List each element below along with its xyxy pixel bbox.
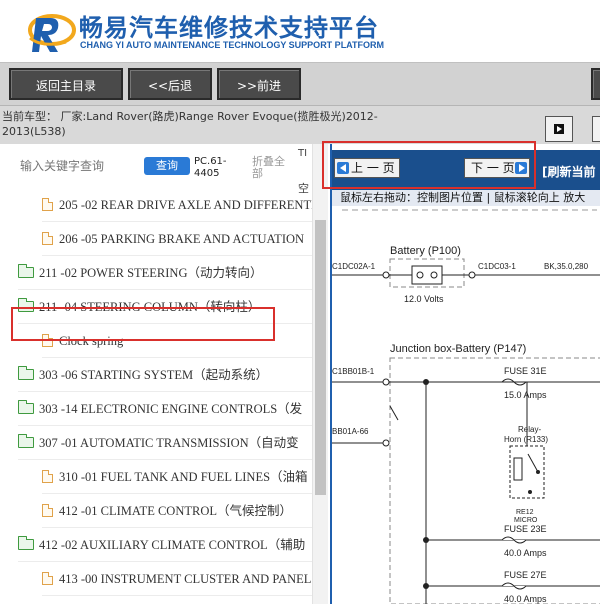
connector-c1dc03: C1DC03-1 (478, 262, 516, 271)
battery-label: Battery (P100) (390, 245, 461, 257)
mouse-hint-text: 鼠标左右拖动：控制图片位置 | 鼠标滚轮向上 放大 (332, 190, 600, 206)
fuse-23e-label: FUSE 23E (504, 524, 547, 534)
document-icon (42, 470, 53, 483)
tree-item-label: 211 -04 STEERING COLUMN（转向柱） (39, 300, 261, 314)
relay-label-2: Horn (R133) (504, 435, 548, 444)
relay-label-1: Relay- (518, 425, 541, 434)
back-button[interactable]: <<后退 (128, 68, 212, 100)
tree-file-item[interactable]: 412 -01 CLIMATE CONTROL（气候控制） (42, 494, 312, 528)
tree-item-label: 413 -00 INSTRUMENT CLUSTER AND PANEL (59, 572, 312, 586)
connector-bb01a: BB01A-66 (332, 427, 369, 436)
battery-volts: 12.0 Volts (404, 294, 444, 304)
tree-file-item[interactable]: 310 -01 FUEL TANK AND FUEL LINES（油箱 (42, 460, 312, 494)
prev-page-label: 上 一 页 (351, 161, 395, 175)
document-icon (42, 504, 53, 517)
panel-toggle-button[interactable] (545, 116, 573, 142)
panel-toggle-button-2[interactable] (592, 116, 600, 142)
tree-folder-item[interactable]: 303 -14 ELECTRONIC ENGINE CONTROLS（发 (18, 392, 312, 426)
catalog-tree: 205 -02 REAR DRIVE AXLE AND DIFFERENTIAL… (0, 188, 312, 604)
connector-c1dc02a: C1DC02A-1 (332, 262, 376, 271)
catalog-panel: 查询 PC.61-4405 折叠全部 TI 空 205 -02 REAR DRI… (0, 144, 328, 604)
fuse-23e-amps: 40.0 Amps (504, 548, 547, 558)
prev-page-button[interactable]: 上 一 页 (334, 158, 400, 178)
main-toolbar: 返回主目录 <<后退 >>前进 (0, 62, 600, 106)
relay-micro: MICRO (514, 517, 538, 524)
fuse-31e-label: FUSE 31E (504, 366, 547, 376)
folder-open-icon (18, 366, 34, 380)
refresh-current-link[interactable]: [刷新当前 (542, 163, 596, 180)
app-subtitle: CHANG YI AUTO MAINTENANCE TECHNOLOGY SUP… (80, 40, 385, 50)
tree-file-item[interactable]: 206 -05 PARKING BRAKE AND ACTUATION (42, 222, 312, 256)
column-text-ti: TI (298, 148, 308, 159)
next-page-button[interactable]: 下 一 页 (464, 158, 530, 178)
document-icon (42, 198, 53, 211)
tree-folder-item[interactable]: 412 -02 AUXILIARY CLIMATE CONTROL（辅助 (18, 528, 312, 562)
tree-item-label: 303 -06 STARTING SYSTEM（起动系统） (39, 368, 269, 382)
tree-item-label: Clock spring (59, 334, 124, 348)
arrow-right-icon (515, 162, 527, 174)
current-vehicle-text: 当前车型： 厂家:Land Rover(路虎)Range Rover Evoqu… (2, 110, 378, 138)
tree-folder-item[interactable]: 307 -01 AUTOMATIC TRANSMISSION（自动变 (18, 426, 312, 460)
app-title: 畅易汽车维修技术支持平台 (79, 14, 379, 42)
search-button[interactable]: 查询 (144, 157, 190, 175)
arrow-left-icon (337, 162, 349, 174)
tree-folder-item[interactable]: 211 -04 STEERING COLUMN（转向柱） (18, 290, 312, 324)
document-icon (42, 232, 53, 245)
tree-item-label: 310 -01 FUEL TANK AND FUEL LINES（油箱 (59, 470, 308, 484)
wiring-diagram[interactable]: Battery (P100) C1DC02A-1 C1DC03-1 BK,35.… (332, 206, 600, 604)
tree-file-item[interactable]: 413 -00 INSTRUMENT CLUSTER AND PANEL (42, 562, 312, 596)
tree-item-label: 412 -02 AUXILIARY CLIMATE CONTROL（辅助 (39, 538, 306, 552)
fuse-27e-amps: 40.0 Amps (504, 594, 547, 604)
relay-re12: RE12 (516, 509, 534, 516)
folder-open-icon (18, 434, 34, 448)
connector-c1bb01b: C1BB01B-1 (332, 367, 375, 376)
tree-item-label: 206 -05 PARKING BRAKE AND ACTUATION (59, 232, 305, 246)
forward-button[interactable]: >>前进 (217, 68, 301, 100)
tree-item-label: 205 -02 REAR DRIVE AXLE AND DIFFERENTIAL (59, 198, 312, 212)
collapse-all-link[interactable]: 折叠全部 (252, 156, 292, 180)
tree-folder-item[interactable]: 211 -02 POWER STEERING（动力转向） (18, 256, 312, 290)
folder-open-icon (18, 536, 34, 550)
pc-code-text: PC.61-4405 (194, 156, 227, 179)
tree-item-label: 211 -02 POWER STEERING（动力转向） (39, 266, 263, 280)
folder-open-icon (18, 400, 34, 414)
junction-box-label: Junction box-Battery (P147) (390, 343, 526, 355)
app-header: 畅易汽车维修技术支持平台 CHANG YI AUTO MAINTENANCE T… (0, 0, 600, 62)
tree-item-label: 303 -14 ELECTRONIC ENGINE CONTROLS（发 (39, 402, 303, 416)
folder-open-icon (18, 264, 34, 278)
tree-file-item[interactable]: Clock spring (42, 324, 312, 358)
tree-folder-item[interactable]: 303 -06 STARTING SYSTEM（起动系统） (18, 358, 312, 392)
fuse-31e-amps: 15.0 Amps (504, 390, 547, 400)
tree-item-label: 412 -01 CLIMATE CONTROL（气候控制） (59, 504, 292, 518)
document-icon (42, 572, 53, 585)
play-icon (554, 124, 564, 134)
next-page-label: 下 一 页 (471, 161, 515, 175)
folder-open-icon (18, 298, 34, 312)
diagram-panel: 上 一 页 下 一 页 [刷新当前 鼠标左右拖动：控制图片位置 | 鼠标滚轮向上… (330, 144, 600, 604)
tree-scrollbar[interactable] (312, 144, 328, 604)
vehicle-bar: 当前车型： 厂家:Land Rover(路虎)Range Rover Evoqu… (0, 106, 600, 144)
tree-file-item[interactable]: 205 -02 REAR DRIVE AXLE AND DIFFERENTIAL (42, 188, 312, 222)
scrollbar-thumb[interactable] (315, 220, 326, 495)
cy-logo-icon (28, 14, 76, 52)
fuse-27e-label: FUSE 27E (504, 570, 547, 580)
keyword-search-input[interactable] (16, 155, 140, 177)
tree-item-label: 307 -01 AUTOMATIC TRANSMISSION（自动变 (39, 436, 299, 450)
wire-bk-label: BK,35.0,280 (544, 262, 589, 271)
pager-bar: 上 一 页 下 一 页 [刷新当前 (332, 150, 600, 190)
toolbar-extra-button[interactable] (591, 68, 600, 100)
home-button[interactable]: 返回主目录 (9, 68, 123, 100)
document-icon (42, 334, 53, 347)
